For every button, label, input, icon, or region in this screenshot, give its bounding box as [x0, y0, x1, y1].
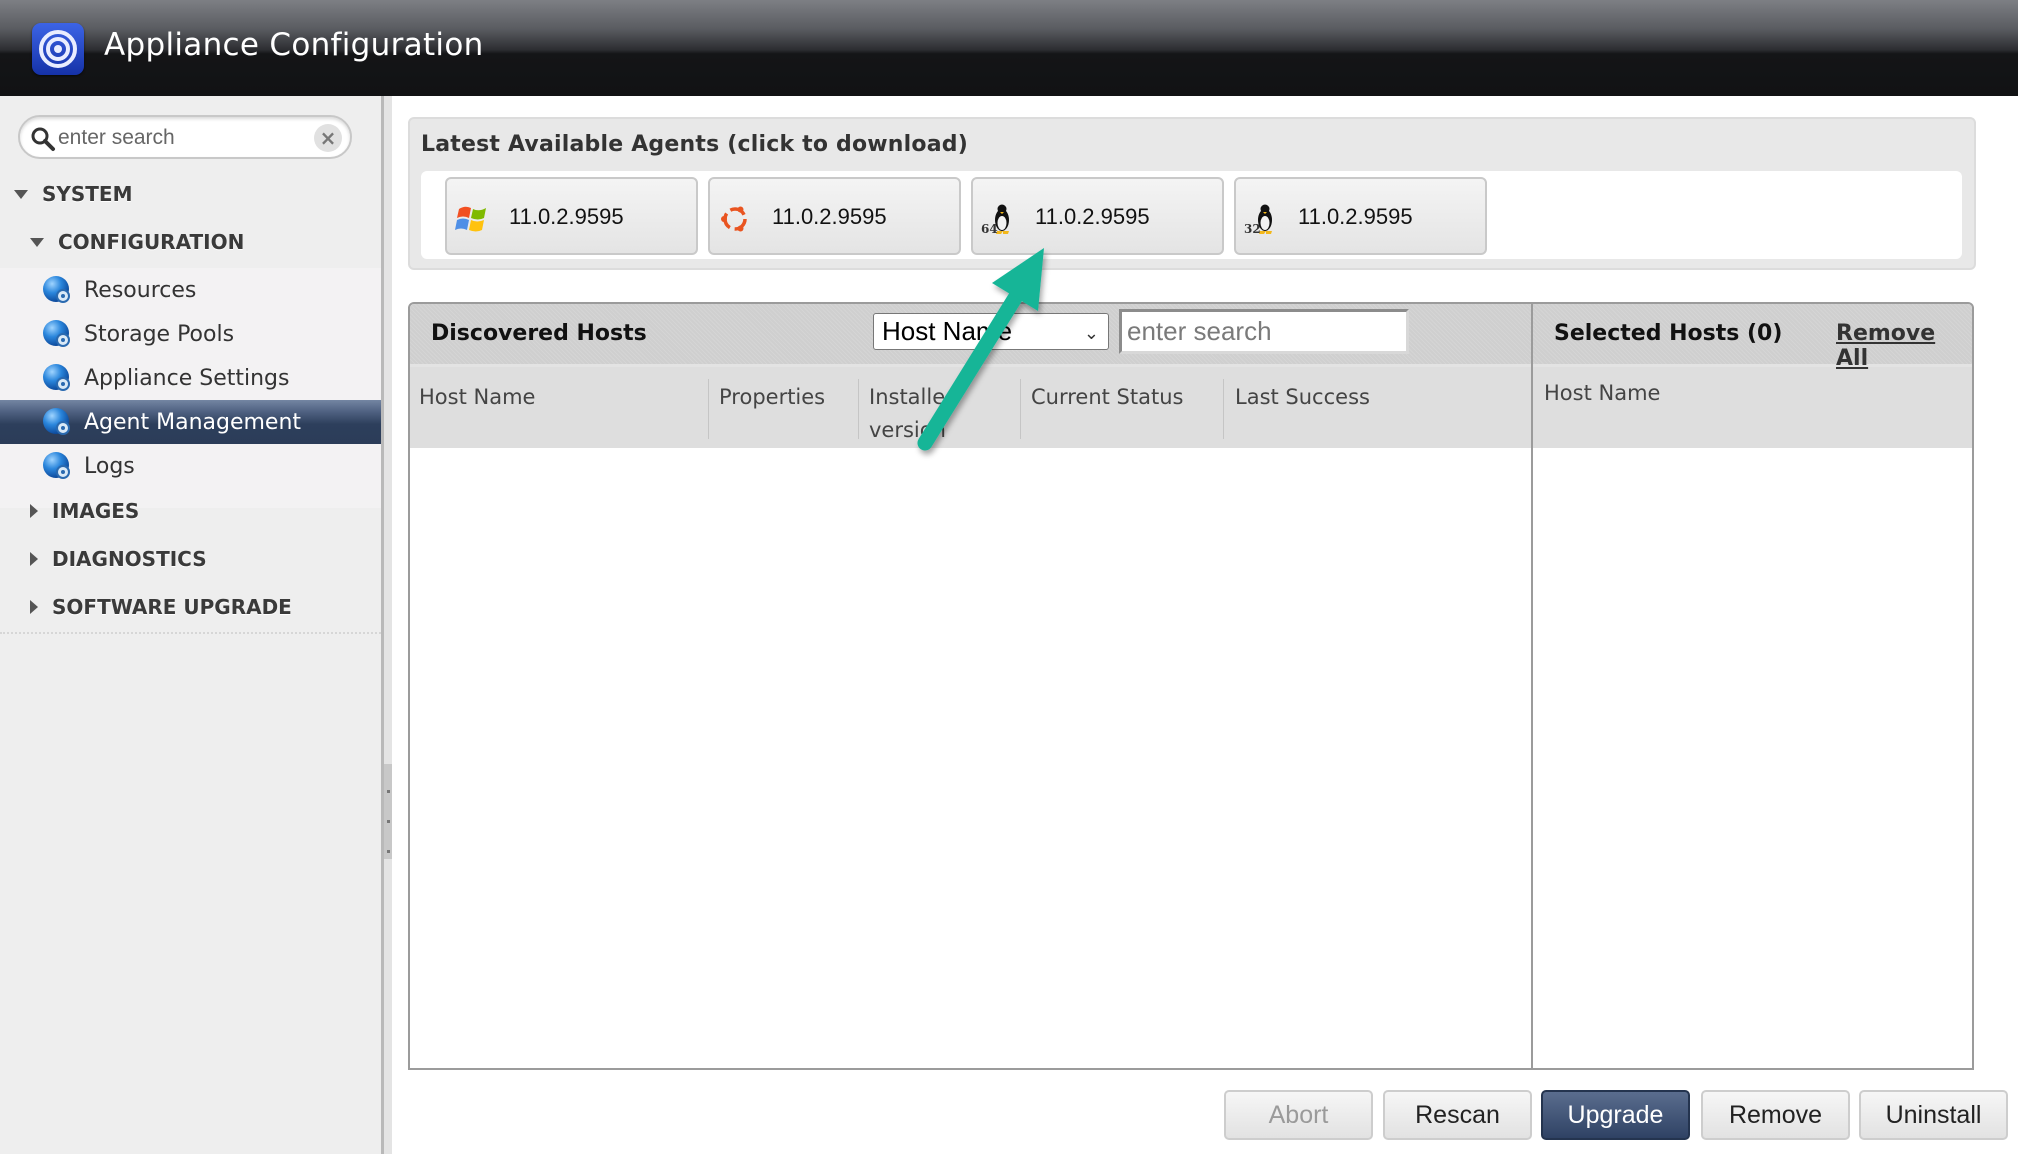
selected-hosts-list[interactable]	[1533, 448, 1972, 1068]
sidebar-item-storage-pools[interactable]: Storage Pools	[0, 312, 381, 356]
linux-tux-32-icon: 32	[1244, 204, 1272, 235]
tree-section-label: SYSTEM	[42, 182, 133, 206]
app-title: Appliance Configuration	[104, 27, 484, 63]
chevron-down-icon	[14, 189, 28, 199]
remove-button[interactable]: Remove	[1701, 1090, 1850, 1140]
target-rings-icon	[32, 23, 84, 75]
tree-section-software-upgrade[interactable]: SOFTWARE UPGRADE	[0, 585, 381, 629]
column-separator	[1223, 379, 1224, 439]
title-bar: Appliance Configuration	[0, 0, 2018, 96]
sidebar-item-label: Resources	[84, 277, 197, 303]
clear-search-icon[interactable]: ×	[314, 124, 342, 152]
tree-section-label: SOFTWARE UPGRADE	[52, 595, 292, 619]
chevron-right-icon	[30, 600, 38, 614]
rescan-button[interactable]: Rescan	[1383, 1090, 1532, 1140]
globe-gear-icon	[43, 408, 70, 435]
sidebar-item-label: Agent Management	[84, 409, 302, 435]
tree-section-label: CONFIGURATION	[58, 230, 245, 254]
windows-logo-icon	[455, 206, 486, 232]
tree-section-images[interactable]: IMAGES	[0, 489, 381, 533]
agent-download-ubuntu[interactable]: 11.0.2.9595	[708, 177, 961, 255]
globe-gear-icon	[43, 452, 70, 479]
tree-section-configuration[interactable]: CONFIGURATION	[0, 220, 381, 264]
column-separator	[708, 379, 709, 439]
agent-version: 11.0.2.9595	[1298, 204, 1413, 229]
sidebar-search-box: ×	[18, 115, 352, 159]
column-header-properties[interactable]: Properties	[719, 381, 825, 414]
sidebar-item-appliance-settings[interactable]: Appliance Settings	[0, 356, 381, 400]
selected-column-header-host-name[interactable]: Host Name	[1544, 381, 1660, 405]
sidebar-item-label: Logs	[84, 453, 135, 479]
sidebar-item-label: Appliance Settings	[84, 365, 290, 391]
latest-agents-panel: Latest Available Agents (click to downlo…	[408, 117, 1976, 270]
discovered-search-input[interactable]	[1122, 312, 1406, 351]
column-header-host-name[interactable]: Host Name	[419, 381, 535, 414]
sidebar: × SYSTEM CONFIGURATION Resources	[0, 96, 384, 1154]
tree-section-label: DIAGNOSTICS	[52, 547, 207, 571]
remove-all-link[interactable]: Remove All	[1836, 321, 1972, 371]
select-value: Host Name	[882, 316, 1013, 346]
agent-download-windows[interactable]: 11.0.2.9595	[445, 177, 698, 255]
tree-section-label: IMAGES	[52, 499, 140, 523]
agent-version: 11.0.2.9595	[1035, 204, 1150, 229]
chevron-right-icon	[30, 552, 38, 566]
chevron-down-icon	[30, 237, 44, 247]
agent-downloads-strip: 11.0.2.9595 11.0.2.9595 64 11.0.2.9595 3…	[421, 171, 1962, 259]
globe-gear-icon	[43, 364, 70, 391]
uninstall-button[interactable]: Uninstall	[1859, 1090, 2008, 1140]
agent-version: 11.0.2.9595	[509, 204, 624, 229]
sidebar-item-label: Storage Pools	[84, 321, 235, 347]
globe-gear-icon	[43, 320, 70, 347]
column-header-current-status[interactable]: Current Status	[1031, 381, 1183, 414]
search-icon	[31, 127, 55, 151]
agent-download-linux-64[interactable]: 64 11.0.2.9595	[971, 177, 1224, 255]
sidebar-item-logs[interactable]: Logs	[0, 444, 381, 488]
upgrade-button[interactable]: Upgrade	[1541, 1090, 1690, 1140]
discovered-column-headers: Host Name Properties Installed version C…	[410, 367, 1972, 448]
app-window: Appliance Configuration × SYSTEM CONFIGU…	[0, 0, 2018, 1154]
chevron-right-icon	[30, 504, 38, 518]
hosts-panel: Discovered Hosts Host Name ⌄ Host Name P…	[408, 302, 1974, 1070]
discovered-search-box	[1119, 309, 1409, 354]
search-field-select[interactable]: Host Name ⌄	[873, 313, 1109, 350]
splitter-grip-handle[interactable]	[384, 764, 392, 859]
svg-text:64: 64	[981, 222, 998, 235]
chevron-down-icon: ⌄	[1083, 323, 1099, 343]
tree-section-system[interactable]: SYSTEM	[0, 172, 381, 216]
sidebar-splitter[interactable]	[384, 96, 392, 1154]
sidebar-item-resources[interactable]: Resources	[0, 268, 381, 312]
svg-text:32: 32	[1244, 222, 1261, 235]
column-separator	[1020, 379, 1021, 439]
tree-section-diagnostics[interactable]: DIAGNOSTICS	[0, 537, 381, 581]
discovered-hosts-title: Discovered Hosts	[431, 321, 647, 346]
linux-tux-64-icon: 64	[981, 204, 1009, 235]
sidebar-search-input[interactable]	[58, 124, 318, 152]
column-header-installed-version[interactable]: Installed version	[869, 381, 979, 447]
agent-download-linux-32[interactable]: 32 11.0.2.9595	[1234, 177, 1487, 255]
ubuntu-logo-icon	[721, 206, 747, 232]
discovered-hosts-list[interactable]	[410, 448, 1531, 1068]
agent-version: 11.0.2.9595	[772, 204, 887, 229]
latest-agents-title: Latest Available Agents (click to downlo…	[421, 132, 968, 157]
column-header-last-success[interactable]: Last Success	[1235, 381, 1370, 414]
globe-gear-icon	[43, 276, 70, 303]
sidebar-item-agent-management[interactable]: Agent Management	[0, 400, 381, 444]
divider	[0, 632, 381, 634]
selected-hosts-title: Selected Hosts (0)	[1554, 321, 1783, 346]
column-separator	[858, 379, 859, 439]
abort-button[interactable]: Abort	[1224, 1090, 1373, 1140]
